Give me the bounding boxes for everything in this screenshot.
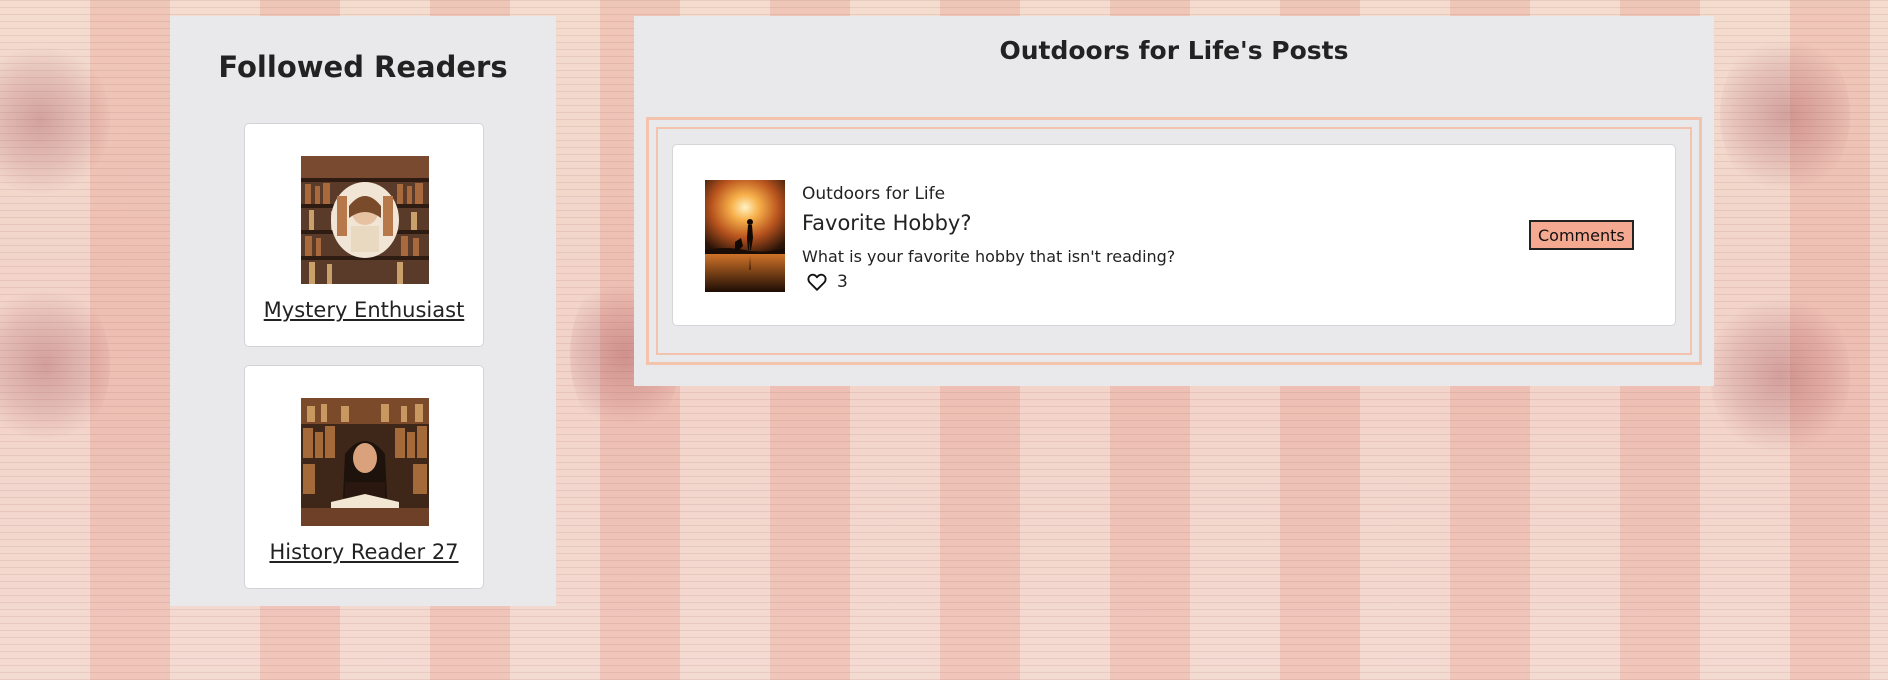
post-author: Outdoors for Life bbox=[802, 184, 946, 204]
followed-readers-title: Followed Readers bbox=[218, 50, 508, 84]
comments-button[interactable]: Comments bbox=[1529, 220, 1634, 250]
background-texture bbox=[1710, 290, 1850, 460]
followed-readers-panel: Followed Readers Mystery Enthusiast Hist… bbox=[170, 16, 556, 606]
background-texture bbox=[1720, 30, 1850, 200]
reader-name-link[interactable]: History Reader 27 bbox=[245, 540, 483, 564]
reader-card[interactable]: Mystery Enthusiast bbox=[244, 123, 484, 347]
post-title: Favorite Hobby? bbox=[802, 211, 972, 235]
post-thumbnail bbox=[705, 180, 785, 292]
reader-name-link[interactable]: Mystery Enthusiast bbox=[245, 298, 483, 322]
background-texture bbox=[0, 280, 110, 450]
post-body: What is your favorite hobby that isn't r… bbox=[802, 247, 1176, 266]
heart-icon[interactable] bbox=[806, 271, 828, 293]
reader-avatar[interactable] bbox=[301, 398, 429, 526]
user-posts-panel: Outdoors for Life's Posts Outdoors for L… bbox=[634, 16, 1714, 386]
like-row: 3 bbox=[802, 270, 848, 294]
posts-title: Outdoors for Life's Posts bbox=[999, 36, 1349, 65]
reader-avatar[interactable] bbox=[301, 156, 429, 284]
background-texture bbox=[0, 40, 110, 200]
post-card: Outdoors for Life Favorite Hobby? What i… bbox=[672, 144, 1676, 326]
reader-card[interactable]: History Reader 27 bbox=[244, 365, 484, 589]
like-count: 3 bbox=[837, 272, 848, 292]
